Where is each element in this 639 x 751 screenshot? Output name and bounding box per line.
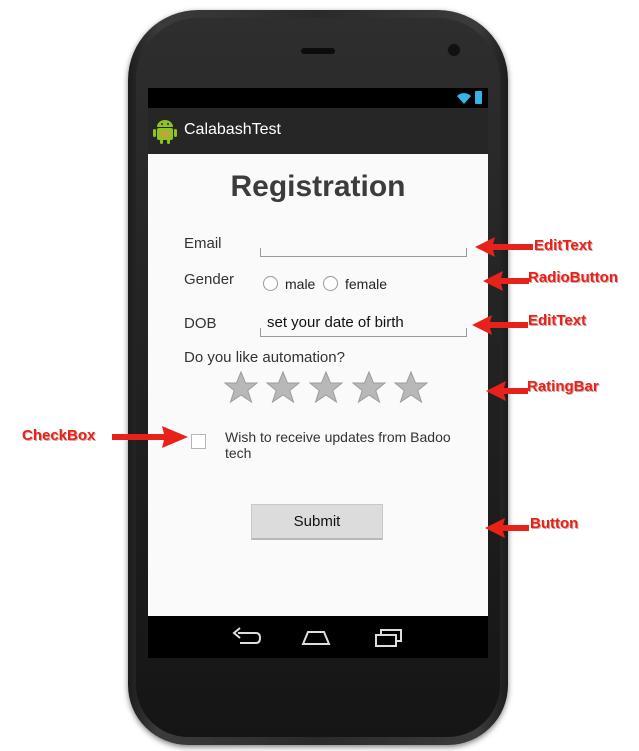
android-app-icon xyxy=(153,120,177,144)
status-bar xyxy=(148,88,488,108)
annotation-checkbox: CheckBox xyxy=(22,427,96,444)
arrow-radiobutton xyxy=(483,271,529,291)
dob-label: DOB xyxy=(184,315,217,332)
back-icon[interactable] xyxy=(230,626,262,648)
home-icon[interactable] xyxy=(300,626,332,648)
wifi-icon xyxy=(457,93,471,104)
email-label: Email xyxy=(184,235,222,252)
annotation-edittext-2: EditText xyxy=(528,312,587,329)
annotation-ratingbar: RatingBar xyxy=(527,378,599,395)
earpiece-speaker xyxy=(301,48,335,54)
submit-button[interactable]: Submit xyxy=(251,504,383,540)
arrow-checkbox xyxy=(112,426,188,448)
automation-question: Do you like automation? xyxy=(184,349,345,366)
recents-icon[interactable] xyxy=(372,626,404,648)
arrow-button xyxy=(485,518,529,538)
radio-female-label: female xyxy=(345,276,388,292)
annotation-edittext-1: EditText xyxy=(534,237,593,254)
annotation-radiobutton: RadioButton xyxy=(528,269,618,286)
star-icon[interactable] xyxy=(393,370,429,406)
action-bar: CalabashTest xyxy=(148,108,488,154)
dob-field-text: set your date of birth xyxy=(267,314,404,331)
gender-label: Gender xyxy=(184,271,235,288)
star-icon[interactable] xyxy=(308,370,344,406)
star-icon[interactable] xyxy=(351,370,387,406)
arrow-ratingbar xyxy=(486,381,528,401)
page-title: Registration xyxy=(230,170,406,203)
updates-checkbox-label: Wish to receive updates from Badoo tech xyxy=(225,429,451,461)
star-icon[interactable] xyxy=(223,370,259,406)
app-title: CalabashTest xyxy=(184,121,281,138)
radio-female[interactable] xyxy=(323,276,338,291)
front-camera xyxy=(446,42,462,58)
arrow-edittext-2 xyxy=(472,315,528,335)
registration-form: Registration Email Gender male female DO… xyxy=(148,154,488,616)
star-icon[interactable] xyxy=(265,370,301,406)
annotation-button: Button xyxy=(530,515,579,532)
navigation-bar xyxy=(148,616,488,658)
radio-male[interactable] xyxy=(263,276,278,291)
arrow-edittext-1 xyxy=(475,237,533,257)
email-field[interactable] xyxy=(260,248,467,257)
radio-male-label: male xyxy=(285,276,316,292)
device-screen: CalabashTest Registration Email Gender m… xyxy=(148,88,488,658)
battery-icon xyxy=(475,91,482,104)
updates-checkbox[interactable] xyxy=(191,434,206,449)
